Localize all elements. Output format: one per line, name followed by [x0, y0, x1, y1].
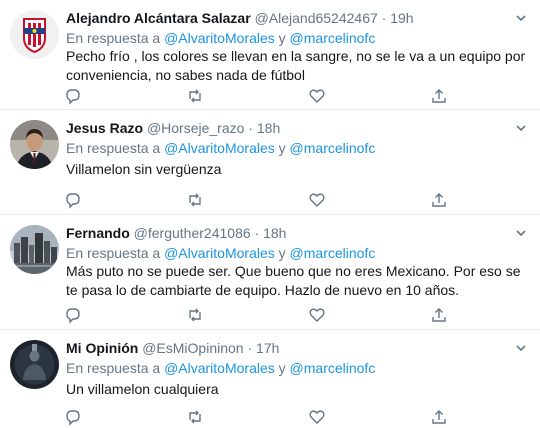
mention-link[interactable]: @marcelinofc	[290, 245, 376, 261]
tweet-actions	[60, 408, 460, 428]
tweet-actions	[60, 87, 460, 107]
display-name[interactable]: Fernando	[66, 225, 130, 241]
like-icon[interactable]	[308, 87, 328, 107]
tweet-text: Más puto no se puede ser. Que bueno que …	[66, 263, 521, 298]
share-icon[interactable]	[430, 306, 450, 326]
reply-context: En respuesta a @AlvaritoMorales y @marce…	[66, 139, 375, 157]
tweet-actions	[60, 306, 460, 326]
user-handle[interactable]: @Alejand65242467	[255, 10, 378, 26]
mention-link[interactable]: @AlvaritoMorales	[164, 30, 275, 46]
reply-context: En respuesta a @AlvaritoMorales y @marce…	[66, 29, 375, 47]
mention-link[interactable]: @marcelinofc	[290, 360, 376, 376]
tweet-text: Pecho frío , los colores se llevan en la…	[66, 48, 526, 83]
reply-prefix: En respuesta a	[66, 140, 161, 156]
reply-context: En respuesta a @AlvaritoMorales y @marce…	[66, 359, 375, 377]
reply-icon[interactable]	[64, 408, 84, 428]
separator-dot: ·	[247, 340, 253, 356]
avatar[interactable]	[10, 10, 59, 59]
retweet-icon[interactable]	[186, 191, 206, 211]
share-icon[interactable]	[430, 408, 450, 428]
reply-prefix: En respuesta a	[66, 245, 161, 261]
timestamp[interactable]: 18h	[257, 120, 280, 136]
tweet[interactable]: Alejandro Alcántara Salazar @Alejand6524…	[0, 0, 540, 110]
chevron-down-icon[interactable]	[514, 341, 528, 355]
user-handle[interactable]: @ferguther241086	[134, 225, 251, 241]
separator-dot: ·	[248, 120, 253, 136]
display-name[interactable]: Alejandro Alcántara Salazar	[66, 10, 251, 26]
tweet-text: Villamelon sin vergüenza	[66, 161, 222, 177]
tweet[interactable]: Mi Opinión @EsMiOpininon · 17h En respue…	[0, 330, 540, 426]
mention-link[interactable]: @AlvaritoMorales	[164, 140, 275, 156]
retweet-icon[interactable]	[186, 408, 206, 428]
display-name[interactable]: Jesus Razo	[66, 120, 143, 136]
mention-link[interactable]: @marcelinofc	[290, 140, 376, 156]
separator-dot: ·	[254, 225, 260, 241]
reply-icon[interactable]	[64, 191, 84, 211]
tweet[interactable]: Jesus Razo @Horseje_razo · 18h En respue…	[0, 110, 540, 215]
reply-prefix: En respuesta a	[66, 30, 161, 46]
separator-dot: ·	[381, 10, 387, 26]
user-handle[interactable]: @EsMiOpininon	[142, 340, 243, 356]
tweet-actions	[60, 191, 460, 211]
timestamp[interactable]: 18h	[263, 225, 286, 241]
reply-context: En respuesta a @AlvaritoMorales y @marce…	[66, 244, 375, 262]
tweet-text: Un villamelon cualquiera	[66, 381, 219, 397]
chevron-down-icon[interactable]	[514, 121, 528, 135]
avatar[interactable]	[10, 120, 59, 169]
mention-link[interactable]: @marcelinofc	[290, 30, 376, 46]
reply-prefix: En respuesta a	[66, 360, 161, 376]
share-icon[interactable]	[430, 87, 450, 107]
timestamp[interactable]: 17h	[256, 340, 279, 356]
retweet-icon[interactable]	[186, 87, 206, 107]
tweet[interactable]: Fernando @ferguther241086 · 18h En respu…	[0, 215, 540, 330]
reply-icon[interactable]	[64, 87, 84, 107]
mention-link[interactable]: @AlvaritoMorales	[164, 360, 275, 376]
avatar[interactable]	[10, 340, 59, 389]
reply-join: y	[278, 360, 286, 376]
like-icon[interactable]	[308, 191, 328, 211]
reply-icon[interactable]	[64, 306, 84, 326]
chevron-down-icon[interactable]	[514, 226, 528, 240]
reply-join: y	[278, 30, 286, 46]
user-handle[interactable]: @Horseje_razo	[147, 120, 244, 136]
retweet-icon[interactable]	[186, 306, 206, 326]
reply-join: y	[278, 140, 286, 156]
like-icon[interactable]	[308, 408, 328, 428]
timestamp[interactable]: 19h	[390, 10, 413, 26]
share-icon[interactable]	[430, 191, 450, 211]
display-name[interactable]: Mi Opinión	[66, 340, 138, 356]
reply-join: y	[278, 245, 286, 261]
chevron-down-icon[interactable]	[514, 11, 528, 25]
mention-link[interactable]: @AlvaritoMorales	[164, 245, 275, 261]
avatar[interactable]	[10, 225, 59, 274]
like-icon[interactable]	[308, 306, 328, 326]
